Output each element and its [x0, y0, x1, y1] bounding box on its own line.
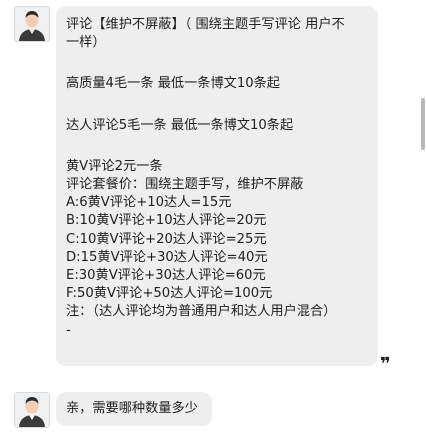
user-avatar-icon[interactable]	[14, 6, 50, 42]
message-line: 黄V评论2元一条	[66, 158, 163, 174]
message-line: 高质量4毛一条 最低一条博文10条起	[66, 76, 280, 92]
message-line: 评论【维护不屏蔽】（ 围绕主题手写评论 用户不	[66, 17, 345, 32]
quote-icon[interactable]: ❞	[380, 356, 391, 374]
message-line: 达人评论5毛一条 最低一条博文10条起	[66, 117, 294, 133]
message-line: E:30黄V评论+30达人评论=60元	[66, 268, 266, 284]
avatar-portrait	[15, 7, 49, 41]
user-avatar-icon[interactable]	[14, 392, 50, 428]
avatar-portrait	[15, 393, 49, 427]
message-line: B:10黄V评论+10达人评论=20元	[66, 213, 267, 229]
message-line: D:15黄V评论+30达人评论=40元	[66, 249, 268, 265]
chat-view: 评论【维护不屏蔽】（ 围绕主题手写评论 用户不 一样） 高质量4毛一条 最低一条…	[0, 0, 426, 436]
message-line: 亲，需要哪种数量多少	[66, 401, 198, 416]
message-line: 注：（达人评论均为普通用户和达人用户混合）	[66, 304, 337, 320]
scrollbar-handle[interactable]	[421, 98, 425, 150]
message-line: F:50黄V评论+50达人评论=100元	[66, 286, 273, 302]
message-line: C:10黄V评论+20达人评论=25元	[66, 231, 267, 247]
message-bubble-reply: 亲，需要哪种数量多少	[56, 392, 212, 426]
message-line: 一样）	[66, 35, 106, 51]
message-bubble-price-list: 评论【维护不屏蔽】（ 围绕主题手写评论 用户不 一样） 高质量4毛一条 最低一条…	[56, 6, 378, 366]
message-line: 评论套餐价：围绕主题手写，维护不屏蔽	[66, 177, 304, 193]
message-line: A:6黄V评论+10达人=15元	[66, 195, 232, 211]
message-line: -	[66, 322, 71, 338]
